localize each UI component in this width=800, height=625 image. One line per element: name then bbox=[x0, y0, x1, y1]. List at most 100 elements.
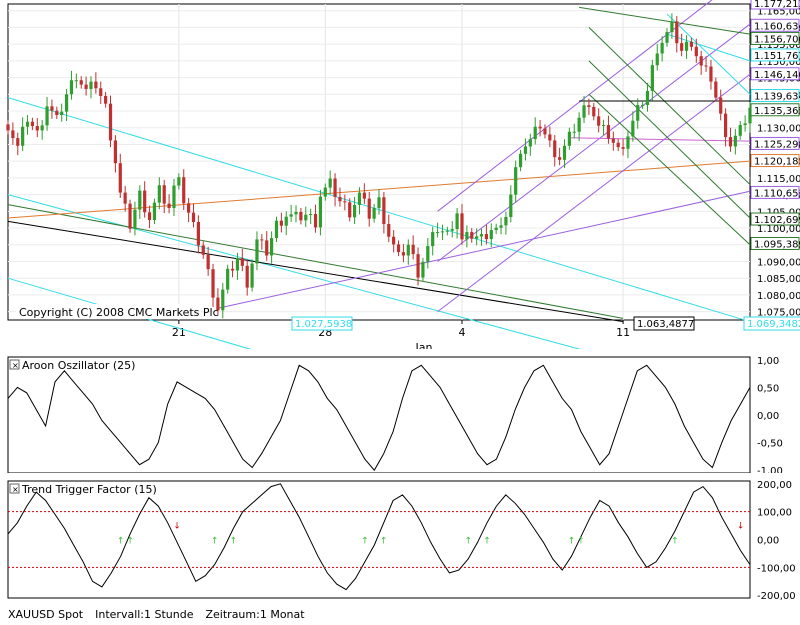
candle-body bbox=[617, 143, 620, 147]
price-label-text: 1.102,699 bbox=[754, 215, 800, 226]
candle-body bbox=[387, 224, 390, 237]
candle-body bbox=[680, 43, 683, 51]
ttf-y-tick-label: -200,00 bbox=[757, 591, 796, 602]
candle-body bbox=[695, 47, 698, 56]
candle-body bbox=[187, 203, 190, 212]
candle-body bbox=[221, 290, 224, 311]
candle-body bbox=[651, 65, 654, 91]
candle-body bbox=[397, 244, 400, 252]
candle-body bbox=[114, 140, 117, 163]
buy-signal-arrow: ↑ bbox=[483, 537, 491, 547]
candle-body bbox=[504, 217, 507, 225]
candle-body bbox=[563, 146, 566, 160]
candle-body bbox=[290, 214, 293, 216]
aroon-y-tick-label: 0,00 bbox=[757, 411, 779, 422]
candle-body bbox=[299, 212, 302, 220]
candle-body bbox=[143, 191, 146, 213]
candle-body bbox=[421, 262, 424, 278]
candle-body bbox=[456, 213, 459, 229]
candle-body bbox=[246, 266, 249, 288]
price-label-text: 1.151,767 bbox=[754, 51, 800, 62]
candle-body bbox=[485, 234, 488, 239]
ttf-y-tick-label: -100,00 bbox=[757, 563, 796, 574]
candle-body bbox=[348, 202, 351, 217]
x-tick-label: 4 bbox=[458, 326, 465, 339]
buy-signal-arrow: ↑ bbox=[380, 537, 388, 547]
price-label-text: 1.160,634 bbox=[754, 21, 800, 32]
candle-body bbox=[70, 80, 73, 94]
candle-body bbox=[446, 231, 449, 232]
sell-signal-arrow: ↓ bbox=[173, 521, 181, 531]
buy-signal-arrow: ↑ bbox=[211, 537, 219, 547]
candle-body bbox=[119, 163, 122, 192]
candle-body bbox=[724, 114, 727, 137]
candle-body bbox=[729, 137, 732, 146]
price-label-text: 1.156,700 bbox=[754, 34, 800, 45]
y-tick-label: 1.130,00 bbox=[757, 124, 800, 135]
candle-body bbox=[36, 126, 39, 130]
aroon-close-glyph: × bbox=[12, 361, 19, 370]
candle-body bbox=[465, 232, 468, 239]
price-label-text: 1.110,653 bbox=[754, 188, 800, 199]
candle-body bbox=[573, 132, 576, 133]
candle-body bbox=[426, 246, 429, 262]
candle-body bbox=[739, 125, 742, 136]
candle-body bbox=[50, 106, 53, 110]
candle-body bbox=[285, 217, 288, 226]
candle-body bbox=[436, 232, 439, 233]
candle-body bbox=[324, 188, 327, 197]
candle-body bbox=[602, 125, 605, 126]
buy-signal-arrow: ↑ bbox=[464, 537, 472, 547]
x-tick-label: 11 bbox=[616, 326, 630, 339]
candle-body bbox=[719, 98, 722, 114]
candle-body bbox=[558, 157, 561, 160]
candle-body bbox=[382, 197, 385, 224]
candle-body bbox=[685, 42, 688, 51]
candle-body bbox=[597, 116, 600, 125]
candle-body bbox=[197, 222, 200, 245]
candle-body bbox=[163, 185, 166, 203]
candle-body bbox=[670, 21, 673, 32]
candle-body bbox=[182, 177, 185, 203]
buy-signal-arrow: ↑ bbox=[577, 537, 585, 547]
status-bar: XAUUSD Spot Intervall:1 Stunde Zeitraum:… bbox=[0, 604, 800, 625]
candle-body bbox=[548, 134, 551, 140]
axis-anchor-text: 1.027,5938 bbox=[295, 319, 352, 330]
candle-body bbox=[128, 204, 131, 229]
candle-body bbox=[704, 66, 707, 67]
buy-signal-arrow: ↑ bbox=[126, 537, 134, 547]
candle-body bbox=[338, 197, 341, 201]
chart-canvas: 2128411Jan1.165,001.160,001.155,001.150,… bbox=[0, 0, 800, 625]
candle-body bbox=[460, 213, 463, 239]
candle-body bbox=[65, 94, 68, 111]
candle-body bbox=[358, 193, 361, 205]
candle-body bbox=[270, 238, 273, 255]
candle-body bbox=[363, 193, 366, 199]
candle-body bbox=[641, 105, 644, 106]
ttf-y-tick-label: 200,00 bbox=[757, 480, 792, 491]
axis-anchor-text: 1.063,4877 bbox=[637, 319, 694, 330]
candle-body bbox=[392, 237, 395, 245]
candle-body bbox=[373, 208, 376, 219]
candle-body bbox=[592, 107, 595, 116]
ttf-y-tick-label: 100,00 bbox=[757, 508, 792, 519]
buy-signal-arrow: ↑ bbox=[230, 537, 238, 547]
candle-body bbox=[656, 53, 659, 65]
candle-body bbox=[192, 213, 195, 222]
candle-body bbox=[138, 191, 141, 210]
candle-body bbox=[582, 105, 585, 117]
aroon-pane: 1,000,500,00-0,50-1,00×Aroon Oszillator … bbox=[0, 349, 800, 477]
y-tick-label: 1.085,00 bbox=[757, 274, 800, 285]
candle-body bbox=[534, 127, 537, 139]
candle-body bbox=[612, 138, 615, 142]
candle-body bbox=[714, 82, 717, 98]
price-label-text: 1.125,298 bbox=[754, 139, 800, 150]
price-label-text: 1.120,181 bbox=[754, 157, 800, 168]
candle-body bbox=[690, 42, 693, 47]
buy-signal-arrow: ↑ bbox=[568, 537, 576, 547]
candle-body bbox=[568, 132, 571, 146]
candle-body bbox=[172, 186, 175, 208]
candle-body bbox=[499, 225, 502, 227]
candle-body bbox=[80, 80, 83, 84]
candle-body bbox=[6, 124, 9, 130]
